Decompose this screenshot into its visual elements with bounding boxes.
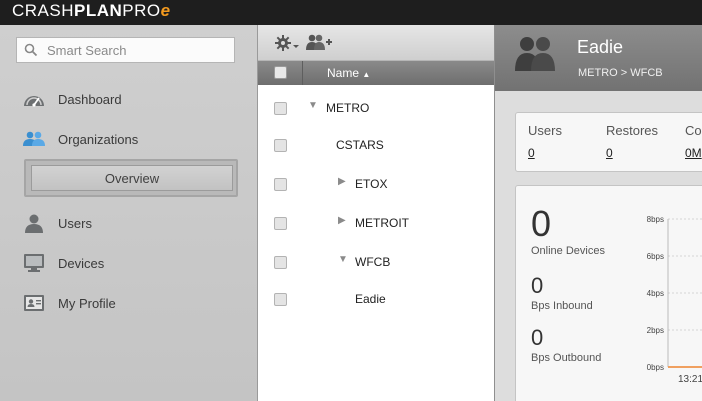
org-detail-panel: Eadie METRO > WFCB Users 0 Restores 0 Co… <box>494 25 702 401</box>
logo-text-crash: CRASH <box>12 1 75 20</box>
expanded-arrow-icon[interactable]: ▼ <box>308 100 318 111</box>
tree-row-metro[interactable]: ▼ METRO <box>258 91 495 127</box>
y-tick-label: 4bps <box>647 289 664 298</box>
name-column-label: Name <box>327 66 360 80</box>
row-checkbox[interactable] <box>274 102 287 115</box>
sidebar-item-my-profile[interactable]: My Profile <box>20 290 116 316</box>
bandwidth-chart: 8bps 6bps 4bps 2bps 0bps <box>647 215 702 372</box>
org-title: Eadie <box>577 37 624 57</box>
stats-bar: Users 0 Restores 0 Co 0M <box>515 112 702 172</box>
settings-gear-icon[interactable] <box>274 34 300 57</box>
sidebar-item-overview-label: Overview <box>31 165 233 191</box>
breadcrumb: METRO > WFCB <box>578 67 663 79</box>
organization-icon <box>513 33 559 78</box>
logo-text-e: e <box>160 1 171 20</box>
row-checkbox[interactable] <box>274 256 287 269</box>
sidebar-item-devices[interactable]: Devices <box>20 250 104 276</box>
tree-row-label: Eadie <box>355 292 386 306</box>
tree-row-metroit[interactable]: ▶ METROIT <box>258 206 495 242</box>
sort-ascending-icon: ▲ <box>362 70 371 79</box>
x-tick-label: 13:21 <box>678 374 702 385</box>
sidebar-item-dashboard[interactable]: Dashboard <box>20 86 122 112</box>
stat-label: Restores <box>606 123 659 138</box>
tree-row-label: WFCB <box>355 255 391 269</box>
monitor-icon <box>20 252 48 274</box>
y-tick-label: 8bps <box>647 215 664 224</box>
sidebar-item-users[interactable]: Users <box>20 210 92 236</box>
organizations-icon <box>20 128 48 150</box>
y-tick-label: 0bps <box>647 363 664 372</box>
search-icon <box>24 43 38 62</box>
activity-card: 0 Online Devices 0 Bps Inbound 0 Bps Out… <box>515 185 702 401</box>
row-checkbox[interactable] <box>274 293 287 306</box>
logo-text-pro: PRO <box>122 1 161 20</box>
tree-column-header: Name ▲ <box>258 61 495 85</box>
stat-restores: Restores 0 <box>606 123 659 160</box>
org-tree-panel: Name ▲ ▼ METRO CSTARS ▶ ETOX ▶ METROIT ▼… <box>257 25 495 401</box>
dashboard-icon <box>20 88 48 110</box>
stat-users: Users 0 <box>528 123 562 160</box>
logo-text-plan: PLAN <box>74 1 123 20</box>
header-divider <box>302 61 303 85</box>
app-logo: CRASHPLANPROe <box>12 1 171 21</box>
expanded-arrow-icon[interactable]: ▼ <box>338 254 348 265</box>
tree-row-wfcb[interactable]: ▼ WFCB <box>258 245 495 281</box>
search-input[interactable] <box>47 41 227 59</box>
tree-row-eadie[interactable]: Eadie <box>258 282 495 318</box>
tree-row-etox[interactable]: ▶ ETOX <box>258 167 495 203</box>
tree-row-cstars[interactable]: CSTARS <box>258 128 495 164</box>
stat-label: Users <box>528 123 562 138</box>
stat-label: Co <box>685 123 702 138</box>
user-icon <box>20 212 48 234</box>
tree-row-label: METRO <box>326 101 370 115</box>
tree-toolbar <box>258 25 495 61</box>
stat-cold-storage: Co 0M <box>685 123 702 160</box>
sidebar-item-label: My Profile <box>58 295 116 311</box>
row-checkbox[interactable] <box>274 139 287 152</box>
top-bar: CRASHPLANPROe <box>0 0 702 25</box>
search-box[interactable] <box>16 37 235 63</box>
tree-row-label: CSTARS <box>336 138 384 152</box>
sidebar-item-label: Users <box>58 215 92 231</box>
collapsed-arrow-icon[interactable]: ▶ <box>338 215 346 226</box>
y-tick-label: 6bps <box>647 252 664 261</box>
stat-value-link[interactable]: 0 <box>606 146 613 160</box>
profile-card-icon <box>20 292 48 314</box>
stat-value-link[interactable]: 0 <box>528 146 535 160</box>
sidebar: Dashboard Organizations Overview Users D… <box>0 25 257 401</box>
select-all-checkbox[interactable] <box>274 66 287 79</box>
stat-value-link[interactable]: 0M <box>685 146 702 160</box>
detail-header: Eadie METRO > WFCB <box>495 25 702 91</box>
sidebar-item-label: Organizations <box>58 131 139 147</box>
row-checkbox[interactable] <box>274 217 287 230</box>
sidebar-item-overview[interactable]: Overview <box>24 159 238 197</box>
add-users-icon[interactable] <box>304 33 334 56</box>
sidebar-item-organizations[interactable]: Organizations <box>20 126 138 152</box>
sidebar-item-label: Dashboard <box>58 91 122 107</box>
collapsed-arrow-icon[interactable]: ▶ <box>338 176 346 187</box>
name-column-sort[interactable]: Name ▲ <box>327 66 370 80</box>
sidebar-item-label: Devices <box>58 255 105 271</box>
tree-row-label: METROIT <box>355 216 409 230</box>
y-tick-label: 2bps <box>647 326 664 335</box>
row-checkbox[interactable] <box>274 178 287 191</box>
tree-row-label: ETOX <box>355 177 388 191</box>
